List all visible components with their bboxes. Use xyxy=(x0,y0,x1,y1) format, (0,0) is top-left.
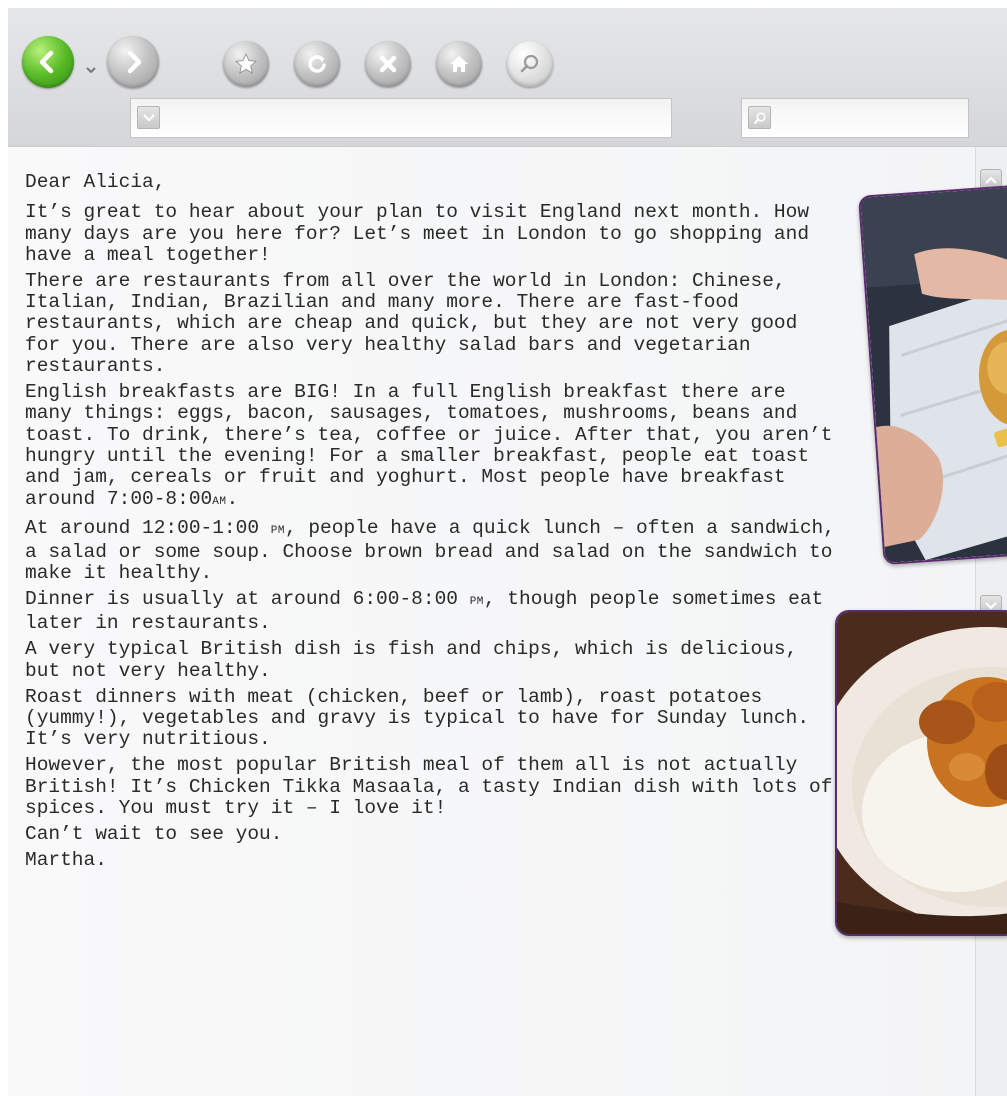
forward-button[interactable] xyxy=(107,36,159,88)
search-icon xyxy=(753,111,766,124)
letter-closing: Can’t wait to see you. xyxy=(25,822,283,845)
letter-paragraph: However, the most popular British meal o… xyxy=(25,754,833,819)
forward-arrow-icon xyxy=(127,50,142,74)
bookmark-button[interactable] xyxy=(223,41,269,87)
chevron-down-icon xyxy=(985,602,997,610)
toolbar xyxy=(8,8,1007,147)
search-input[interactable] xyxy=(778,99,964,137)
letter-paragraph: Dinner is usually at around 6:00-8:00 PM… xyxy=(25,588,837,635)
letter-paragraph: At around 12:00-1:00 PM, people have a q… xyxy=(25,516,837,585)
chevron-down-icon xyxy=(86,67,96,74)
letter-signature: Martha. xyxy=(25,848,107,871)
fish-and-chips-photo xyxy=(858,184,1007,566)
find-button[interactable] xyxy=(507,41,553,87)
letter-paragraph: A very typical British dish is fish and … xyxy=(25,638,810,682)
letter-paragraph: English breakfasts are BIG! In a full En… xyxy=(25,381,837,513)
back-button[interactable] xyxy=(22,36,74,88)
stop-button[interactable] xyxy=(365,41,411,87)
refresh-button[interactable] xyxy=(294,41,340,87)
history-dropdown[interactable] xyxy=(86,60,96,78)
letter-text: Dinner is usually at around 6:00-8:00 xyxy=(25,588,470,611)
email-letter: Dear Alicia, It’s great to hear about yo… xyxy=(25,171,837,876)
chicken-tikka-masala-photo xyxy=(835,610,1007,936)
refresh-icon xyxy=(308,55,326,73)
search-submit-button[interactable] xyxy=(748,106,771,129)
chevron-down-icon xyxy=(142,113,155,122)
close-icon xyxy=(379,55,397,73)
address-dropdown-button[interactable] xyxy=(137,106,160,129)
letter-paragraph: It’s great to hear about your plan to vi… xyxy=(25,201,821,266)
chevron-up-icon xyxy=(985,176,997,184)
search-icon xyxy=(520,54,539,73)
back-arrow-icon xyxy=(39,50,54,74)
home-icon xyxy=(450,56,468,72)
home-button[interactable] xyxy=(436,41,482,87)
time-suffix: PM xyxy=(469,596,484,609)
letter-greeting: Dear Alicia, xyxy=(25,171,166,193)
address-input[interactable] xyxy=(167,99,667,137)
letter-text: . xyxy=(226,487,239,510)
letter-text: English breakfasts are BIG! In a full En… xyxy=(25,381,845,510)
letter-text: At around 12:00-1:00 xyxy=(25,516,271,539)
letter-paragraph: There are restaurants from all over the … xyxy=(25,269,810,378)
address-bar[interactable] xyxy=(130,98,672,138)
star-icon xyxy=(235,53,257,74)
time-suffix: PM xyxy=(270,524,285,537)
time-suffix: AM xyxy=(212,495,227,508)
letter-paragraph: Roast dinners with meat (chicken, beef o… xyxy=(25,685,821,751)
search-bar[interactable] xyxy=(741,98,969,138)
